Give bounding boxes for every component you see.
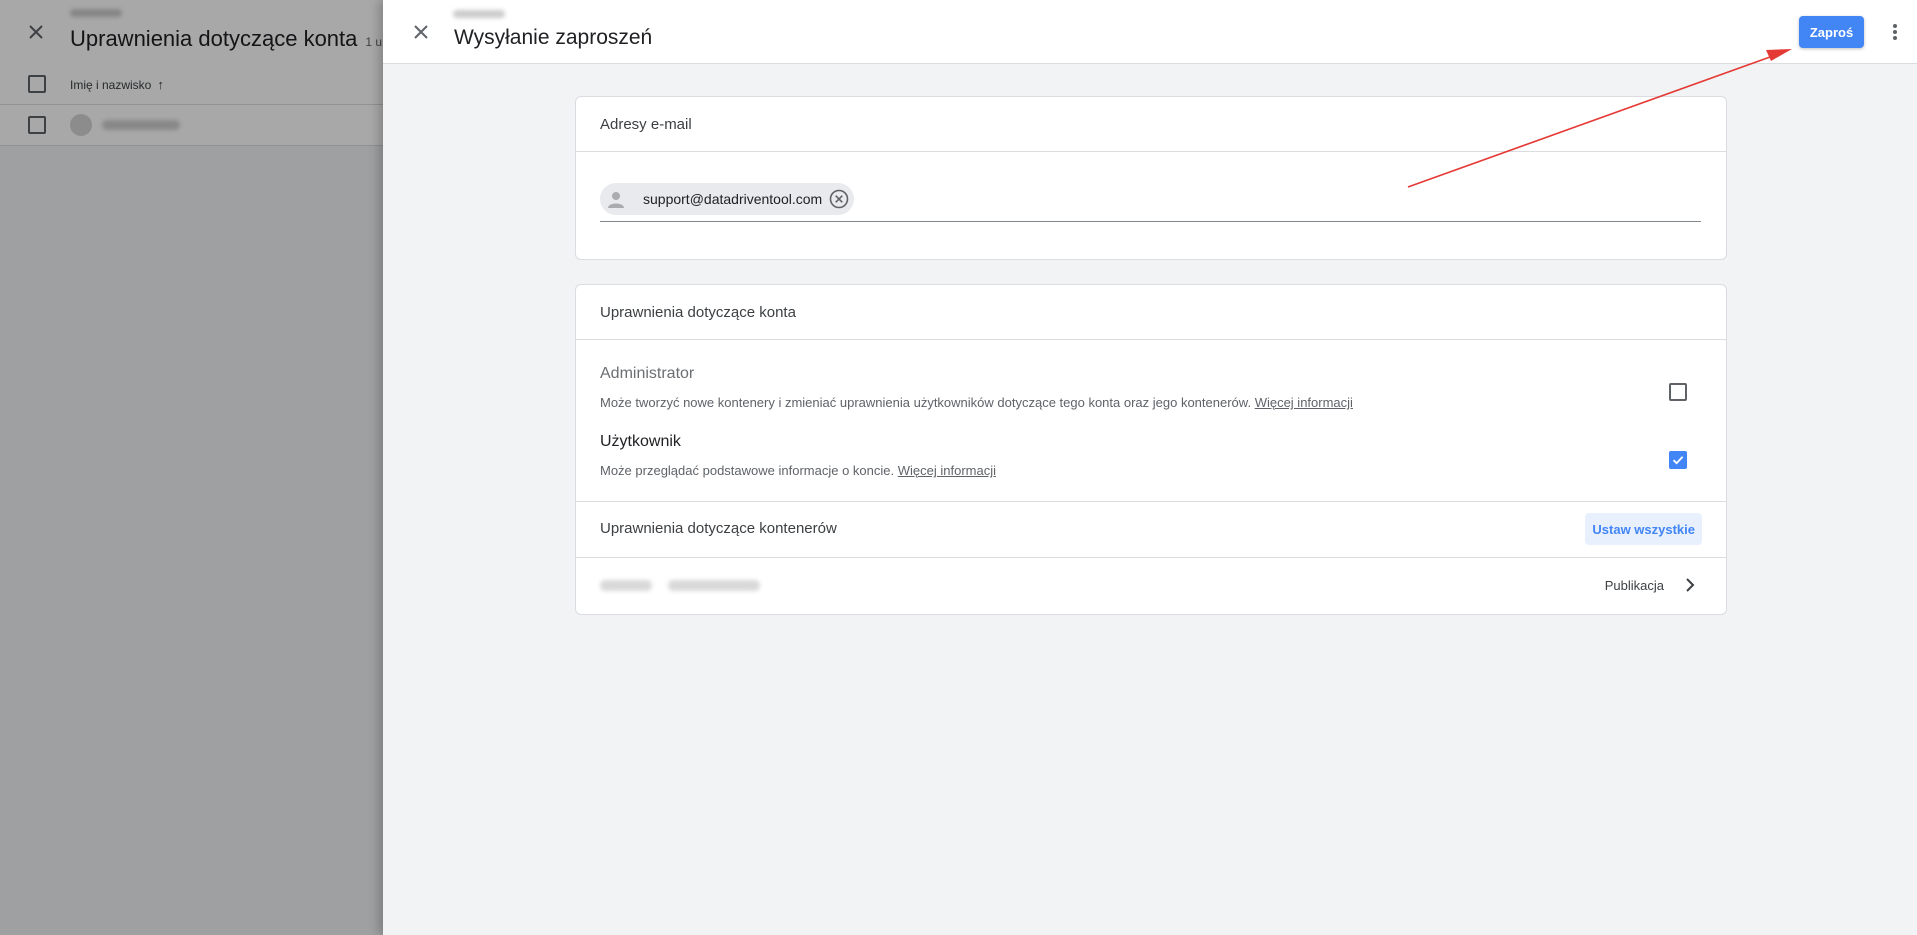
set-all-button[interactable]: Ustaw wszystkie — [1585, 513, 1702, 545]
dialog-title: Wysyłanie zaproszeń — [454, 26, 653, 49]
email-card: Adresy e-mail support@datadriventool.com — [575, 96, 1727, 260]
breadcrumb-redacted — [453, 10, 505, 18]
email-chip-label: support@datadriventool.com — [643, 191, 823, 207]
invite-button[interactable]: Zaproś — [1799, 16, 1864, 48]
admin-checkbox[interactable] — [1669, 383, 1687, 401]
account-permissions-heading: Uprawnienia dotyczące konta — [576, 285, 1726, 340]
admin-permission: Administrator Może tworzyć nowe kontener… — [600, 365, 1700, 410]
invite-dialog: Wysyłanie zaproszeń Zaproś Adresy e-mail… — [383, 0, 1917, 935]
permissions-card: Uprawnienia dotyczące konta Administrato… — [575, 284, 1727, 615]
email-card-heading: Adresy e-mail — [576, 97, 1726, 152]
admin-title: Administrator — [600, 365, 695, 382]
person-icon — [604, 187, 628, 211]
container-row[interactable]: Publikacja — [576, 558, 1726, 613]
modal-scrim — [0, 0, 383, 935]
check-icon — [1672, 456, 1684, 465]
remove-chip-icon[interactable] — [828, 188, 850, 210]
email-chip: support@datadriventool.com — [600, 183, 855, 215]
user-title: Użytkownik — [600, 433, 681, 450]
learn-more-link[interactable]: Więcej informacji — [898, 463, 996, 478]
admin-description: Może tworzyć nowe kontenery i zmieniać u… — [600, 395, 1353, 410]
email-input[interactable]: support@datadriventool.com — [600, 171, 1701, 222]
close-icon[interactable] — [409, 20, 433, 44]
more-vert-icon[interactable] — [1883, 20, 1907, 44]
chevron-right-icon[interactable] — [1678, 573, 1702, 597]
dialog-header: Wysyłanie zaproszeń Zaproś — [383, 0, 1917, 64]
user-permission: Użytkownik Może przeglądać podstawowe in… — [600, 433, 1700, 478]
user-checkbox[interactable] — [1669, 451, 1687, 469]
container-role: Publikacja — [1604, 578, 1664, 593]
user-description: Może przeglądać podstawowe informacje o … — [600, 463, 996, 478]
container-name-redacted — [600, 580, 652, 591]
container-permissions-heading: Uprawnienia dotyczące kontenerów — [600, 520, 837, 537]
learn-more-link[interactable]: Więcej informacji — [1255, 395, 1353, 410]
container-id-redacted — [668, 580, 760, 591]
